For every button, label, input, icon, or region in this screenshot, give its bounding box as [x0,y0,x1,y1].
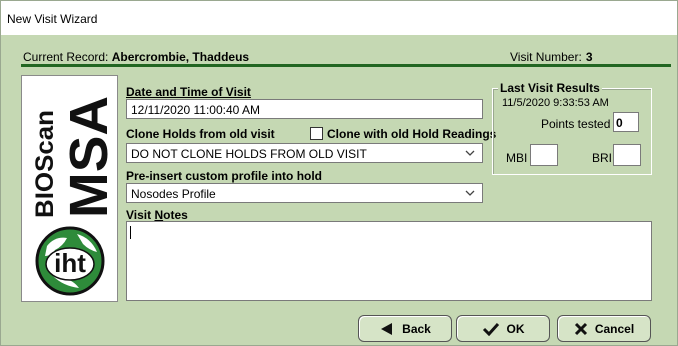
logo-line2: MSA [59,96,113,218]
arrow-left-icon [381,322,393,335]
visit-notes-label: Visit Notes [126,208,188,222]
current-record-label: Current Record: [23,50,109,64]
close-icon [574,322,587,335]
current-record-name: Abercrombie, Thaddeus [111,50,250,64]
chevron-down-icon [465,150,475,156]
current-record: Current Record: Abercrombie, Thaddeus [23,50,249,64]
logo-globe-text: iht [54,248,86,278]
visit-number-value: 3 [585,50,593,64]
back-button-label: Back [402,321,431,336]
cancel-button[interactable]: Cancel [557,315,651,342]
checkmark-icon [482,322,499,336]
bioscan-msa-logo: BIOScan MSA iht [21,75,118,302]
bri-label: BRI [592,151,613,165]
globe-icon: iht [35,226,105,296]
logo-wordmark: BIOScan MSA [31,96,113,218]
bri-field[interactable] [613,144,641,166]
clone-holds-select[interactable]: DO NOT CLONE HOLDS FROM OLD VISIT [126,143,483,163]
chevron-down-icon [465,190,475,196]
new-visit-wizard-window: New Visit Wizard Current Record: Abercro… [0,0,678,346]
logo-line1: BIOScan [31,110,59,218]
date-time-label: Date and Time of Visit [126,85,251,99]
visit-number: Visit Number: 3 [510,50,593,64]
preinsert-profile-value: Nosodes Profile [131,187,216,201]
points-tested-label: Points tested [541,117,611,131]
cancel-button-label: Cancel [594,321,635,336]
points-tested-field[interactable]: 0 [613,112,639,132]
preinsert-profile-label: Pre-insert custom profile into hold [126,169,323,183]
clone-holds-value: DO NOT CLONE HOLDS FROM OLD VISIT [131,147,367,161]
window-title: New Visit Wizard [1,1,677,35]
visit-notes-textarea[interactable] [126,221,652,301]
ok-button-label: OK [506,321,525,336]
preinsert-profile-select[interactable]: Nosodes Profile [126,183,483,203]
clone-holds-label: Clone Holds from old visit [126,127,275,141]
text-caret [130,226,131,239]
ok-button[interactable]: OK [456,315,550,342]
last-visit-title: Last Visit Results [498,81,602,95]
back-button[interactable]: Back [358,315,452,342]
clone-readings-label: Clone with old Hold Readings [327,127,497,141]
header-divider [21,64,671,67]
visit-number-label: Visit Number: [510,50,582,64]
clone-readings-checkbox[interactable] [310,127,323,140]
mbi-label: MBI [506,151,528,165]
date-time-input[interactable]: 12/11/2020 11:00:40 AM [126,99,483,119]
last-visit-date: 11/5/2020 9:33:53 AM [502,97,609,109]
mbi-field[interactable] [530,144,558,166]
